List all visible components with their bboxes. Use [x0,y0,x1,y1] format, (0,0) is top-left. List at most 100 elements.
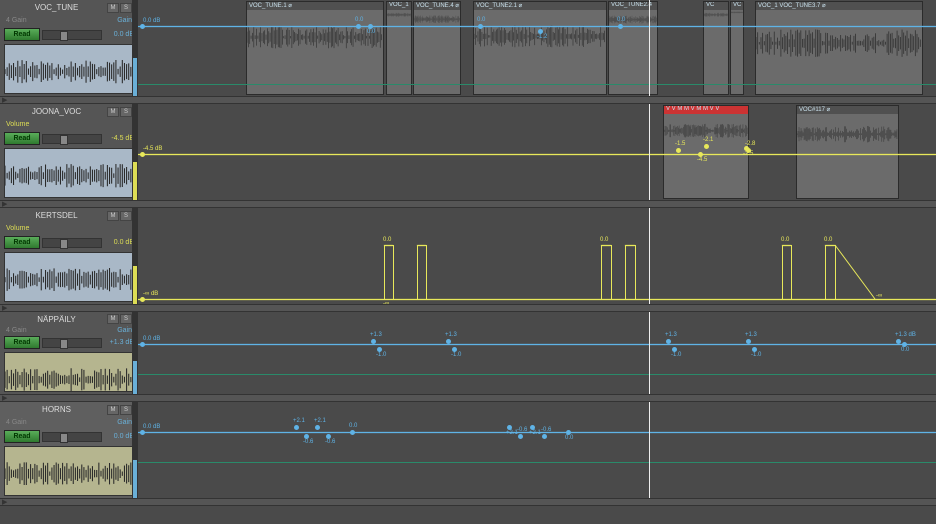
automation-line[interactable] [138,154,936,155]
automation-node[interactable] [666,339,671,344]
automation-node[interactable] [618,24,623,29]
automation-segment-top[interactable] [825,245,835,246]
track-separator[interactable]: ▶ [0,97,936,104]
automation-node[interactable] [446,339,451,344]
audio-clip[interactable]: VOC_TUNE.4 ⌀ [413,1,461,95]
solo-button[interactable]: S [120,3,132,13]
playhead[interactable] [649,402,650,498]
automation-node[interactable] [315,425,320,430]
automation-segment[interactable] [635,245,636,299]
automation-node[interactable] [140,342,145,347]
automation-line[interactable] [138,344,936,345]
automation-segment-top[interactable] [782,245,791,246]
param-name[interactable]: 4 Gain [6,17,27,24]
audio-clip[interactable]: VOC_TUNE2.4 [608,1,658,95]
track-timeline[interactable]: 0.0 dB+2.1-0.6+2.1-0.60.0+2.1-0.6+2.1-0.… [138,402,936,498]
track-timeline[interactable]: V V M M V M M V VVOC#117 ⌀-4.5 dB-1.5-4.… [138,104,936,200]
track-separator[interactable]: ▶ [0,395,936,402]
automation-node[interactable] [140,24,145,29]
audio-clip[interactable]: VOC_1 [386,1,412,95]
audio-clip[interactable]: VC [703,1,729,95]
automation-read-button[interactable]: Read [4,132,40,145]
automation-read-button[interactable]: Read [4,28,40,41]
mute-button[interactable]: M [107,3,119,13]
solo-button[interactable]: S [120,405,132,415]
track-name[interactable]: VOC_TUNE [6,3,107,12]
param-slider[interactable] [42,432,102,442]
track-name[interactable]: KERTSDEL [6,211,107,220]
audio-clip[interactable]: VC [730,1,744,95]
playhead[interactable] [649,0,650,96]
automation-read-button[interactable]: Read [4,430,40,443]
mute-button[interactable]: M [107,107,119,117]
automation-node[interactable] [356,24,361,29]
automation-node[interactable] [140,152,145,157]
automation-segment[interactable] [393,245,394,299]
automation-segment[interactable] [601,245,602,299]
automation-node[interactable] [294,425,299,430]
automation-node[interactable] [140,430,145,435]
track-name[interactable]: HORNS [6,405,107,414]
audio-clip[interactable]: VOC_1 VOC_TUNE3.7 ⌀ [755,1,923,95]
track-name[interactable]: JOONA_VOC [6,107,107,116]
automation-line[interactable] [138,26,936,27]
mute-button[interactable]: M [107,211,119,221]
param-slider[interactable] [42,238,102,248]
expand-arrow-icon[interactable]: ▶ [2,96,7,104]
expand-arrow-icon[interactable]: ▶ [2,394,7,402]
solo-button[interactable]: S [120,314,132,324]
automation-node[interactable] [371,339,376,344]
automation-segment[interactable] [384,245,385,299]
automation-decay[interactable] [835,245,875,299]
expand-arrow-icon[interactable]: ▶ [2,498,7,506]
expand-arrow-icon[interactable]: ▶ [2,304,7,312]
automation-line[interactable] [138,299,936,300]
param-slider[interactable] [42,338,102,348]
param-name[interactable]: 4 Gain [6,419,27,426]
automation-segment-top[interactable] [417,245,426,246]
playhead[interactable] [649,312,650,394]
automation-node[interactable] [350,430,355,435]
automation-node[interactable] [478,24,483,29]
automation-node[interactable] [140,297,145,302]
playhead[interactable] [649,208,650,304]
automation-node[interactable] [542,434,547,439]
automation-node[interactable] [746,148,751,153]
automation-read-button[interactable]: Read [4,236,40,249]
automation-segment[interactable] [611,245,612,299]
automation-node[interactable] [746,339,751,344]
track-separator[interactable]: ▶ [0,499,936,506]
track-timeline[interactable]: 0.0 dB+1.3-1.0+1.3-1.0+1.3-1.0+1.3-1.0+1… [138,312,936,394]
mute-button[interactable]: M [107,314,119,324]
automation-read-button[interactable]: Read [4,336,40,349]
solo-button[interactable]: S [120,211,132,221]
param-name[interactable]: Volume [6,121,29,128]
solo-button[interactable]: S [120,107,132,117]
automation-segment[interactable] [426,245,427,299]
automation-node[interactable] [676,148,681,153]
automation-segment[interactable] [825,245,826,299]
param-slider[interactable] [42,134,102,144]
audio-clip[interactable]: VOC_TUNE.1 ⌀ [246,1,384,95]
automation-segment[interactable] [417,245,418,299]
automation-node[interactable] [704,144,709,149]
audio-clip[interactable]: VOC#117 ⌀ [796,105,899,199]
param-name[interactable]: Volume [6,225,29,232]
param-name[interactable]: 4 Gain [6,327,27,334]
track-timeline[interactable]: VOC_TUNE.1 ⌀VOC_1VOC_TUNE.4 ⌀VOC_TUNE2.1… [138,0,936,96]
param-slider[interactable] [42,30,102,40]
automation-segment-top[interactable] [625,245,635,246]
expand-arrow-icon[interactable]: ▶ [2,200,7,208]
automation-node[interactable] [896,339,901,344]
track-separator[interactable]: ▶ [0,305,936,312]
mute-button[interactable]: M [107,405,119,415]
automation-segment[interactable] [791,245,792,299]
automation-segment[interactable] [782,245,783,299]
automation-segment[interactable] [625,245,626,299]
automation-node[interactable] [518,434,523,439]
automation-segment-top[interactable] [384,245,393,246]
track-separator[interactable]: ▶ [0,201,936,208]
track-timeline[interactable]: -∞ dB0.0-∞0.00.00.0-∞ [138,208,936,304]
playhead[interactable] [649,104,650,200]
track-name[interactable]: NÄPPÄILY [6,315,107,324]
